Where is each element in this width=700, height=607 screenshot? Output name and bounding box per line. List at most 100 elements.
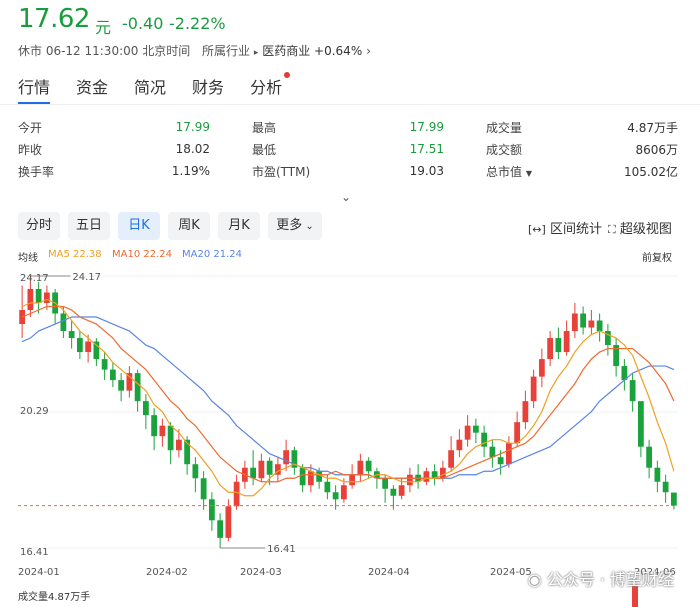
tabs-divider bbox=[0, 104, 700, 105]
period-5day[interactable]: 五日 bbox=[68, 212, 110, 240]
period-more-dropdown[interactable]: 更多 ⌄ bbox=[268, 212, 322, 240]
tab-label: 简况 bbox=[134, 78, 167, 97]
stat-label: 成交额 bbox=[486, 142, 523, 157]
period-daily-k[interactable]: 日K bbox=[118, 212, 160, 240]
industry-link[interactable]: 所属行业 ▸ 医药商业 +0.64% › bbox=[202, 42, 371, 59]
candle-body bbox=[596, 320, 603, 332]
stat-value: 8606万 bbox=[635, 142, 678, 157]
candle-body bbox=[588, 320, 595, 328]
industry-label: 所属行业 bbox=[202, 44, 251, 58]
stat-label: 最低 bbox=[252, 142, 277, 157]
candle-body bbox=[76, 338, 83, 353]
industry-name: 医药商业 bbox=[262, 44, 311, 58]
candle-body bbox=[349, 474, 356, 486]
y-tick-label: 24.17 bbox=[20, 273, 49, 284]
candle-body bbox=[332, 492, 339, 500]
chevron-down-icon: ⌄ bbox=[302, 221, 314, 232]
tab-finance[interactable]: 财务 bbox=[192, 74, 224, 104]
period-intraday[interactable]: 分时 bbox=[18, 212, 60, 240]
candle-body bbox=[299, 467, 306, 486]
candle-body bbox=[456, 439, 463, 451]
price-unit: 元 bbox=[95, 18, 112, 37]
ma20-line bbox=[21, 316, 675, 479]
candle-body bbox=[497, 457, 504, 465]
stat-value: 17.99 bbox=[409, 120, 444, 134]
market-cap-toggle[interactable]: 总市值 ▼ bbox=[486, 160, 566, 182]
tab-funds[interactable]: 资金 bbox=[76, 74, 108, 104]
candle-body bbox=[324, 481, 331, 493]
expand-stats-chevron-icon[interactable]: ⌄ bbox=[341, 190, 351, 204]
interval-stats-button[interactable]: [↔] 区间统计 bbox=[528, 218, 602, 237]
stat-value: 17.99 bbox=[175, 120, 210, 134]
candle-body bbox=[563, 331, 570, 353]
min-price-label: 16.41 bbox=[267, 544, 296, 555]
candle-body bbox=[200, 478, 207, 500]
ma20-value: MA20 21.24 bbox=[182, 249, 242, 260]
x-tick-label: 2024-05 bbox=[490, 567, 532, 578]
x-tick-label: 2024-02 bbox=[146, 567, 188, 578]
candle-body bbox=[464, 425, 471, 440]
tab-analysis[interactable]: 分析 bbox=[250, 72, 291, 104]
tab-label: 资金 bbox=[76, 78, 109, 97]
notification-dot bbox=[284, 72, 291, 78]
candle-body bbox=[340, 485, 347, 500]
interval-bracket-icon: [↔] bbox=[528, 223, 546, 236]
candle-body bbox=[670, 492, 677, 506]
candle-body bbox=[27, 288, 34, 310]
period-weekly-k[interactable]: 周K bbox=[168, 212, 210, 240]
period-label: 分时 bbox=[25, 218, 52, 233]
candle-body bbox=[398, 485, 405, 496]
candle-body bbox=[571, 313, 578, 332]
candle-body bbox=[60, 313, 67, 332]
current-price: 17.62 bbox=[18, 4, 90, 34]
max-price-label: 24.17 bbox=[72, 272, 101, 283]
period-label: 日K bbox=[128, 218, 150, 233]
candle-body bbox=[175, 439, 182, 451]
stat-value: 1.19% bbox=[171, 164, 210, 178]
candle-body bbox=[316, 471, 323, 482]
period-label: 更多 bbox=[276, 218, 303, 233]
main-tabs: 行情 资金 简况 财务 分析 bbox=[18, 72, 308, 104]
wechat-icon: ◉ bbox=[527, 570, 542, 589]
candle-body bbox=[637, 401, 644, 447]
stat-label: 市盈(TTM) bbox=[252, 164, 311, 179]
candle-body bbox=[266, 460, 273, 475]
candle-body bbox=[423, 471, 430, 482]
stat-label: 最高 bbox=[252, 120, 277, 135]
industry-caret-icon: ▸ bbox=[253, 48, 259, 58]
ma5-value: MA5 22.38 bbox=[48, 249, 102, 260]
candle-body bbox=[580, 313, 587, 328]
candle-body bbox=[505, 443, 512, 465]
candle-body bbox=[109, 369, 116, 381]
candle-body bbox=[307, 471, 314, 486]
candle-body bbox=[654, 467, 661, 482]
super-view-button[interactable]: ⛶ 超级视图 bbox=[608, 218, 672, 237]
chevron-right-icon: › bbox=[366, 44, 371, 58]
adjust-mode-button[interactable]: 前复权 bbox=[642, 249, 672, 264]
candle-body bbox=[489, 446, 496, 458]
candle-body bbox=[646, 446, 653, 468]
candle-body bbox=[629, 380, 636, 402]
candle-body bbox=[19, 310, 26, 325]
y-tick-label: 16.41 bbox=[20, 547, 49, 558]
caret-down-icon: ▼ bbox=[525, 168, 532, 178]
candle-body bbox=[439, 467, 446, 479]
candle-body bbox=[555, 338, 562, 353]
candle-body bbox=[126, 373, 133, 391]
x-tick-label: 2024-04 bbox=[368, 567, 410, 578]
tab-quote[interactable]: 行情 bbox=[18, 74, 51, 104]
tab-profile[interactable]: 简况 bbox=[134, 74, 166, 104]
period-monthly-k[interactable]: 月K bbox=[218, 212, 260, 240]
candle-body bbox=[93, 341, 100, 360]
interval-stats-label: 区间统计 bbox=[549, 222, 602, 237]
ma10-value: MA10 22.24 bbox=[112, 249, 172, 260]
candle-body bbox=[514, 422, 521, 444]
kline-chart[interactable]: 24.17 16.41 bbox=[18, 264, 678, 570]
stat-value: 18.02 bbox=[175, 142, 210, 156]
stat-value: 4.87万手 bbox=[627, 120, 678, 135]
candle-body bbox=[134, 373, 141, 402]
y-tick-label: 20.29 bbox=[20, 406, 49, 417]
candle-body bbox=[547, 338, 554, 360]
candle-body bbox=[43, 292, 50, 303]
price-change-pct: -2.22% bbox=[169, 14, 226, 33]
